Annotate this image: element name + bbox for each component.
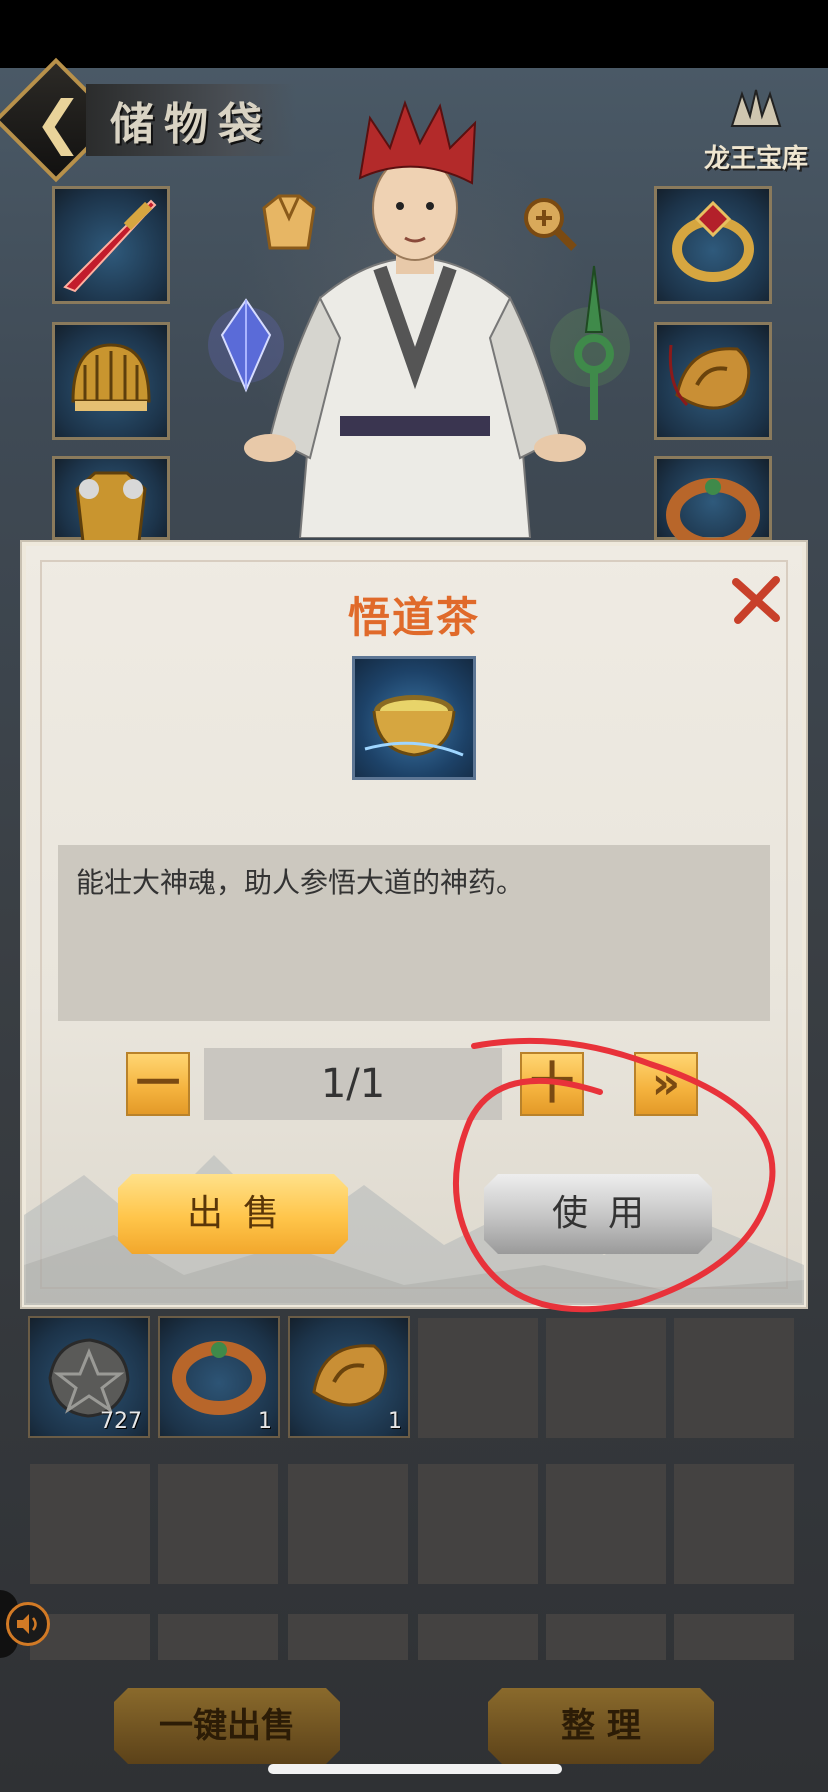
quantity-plus-button[interactable]: 十 xyxy=(520,1052,584,1116)
item-icon-frame xyxy=(352,656,476,780)
inventory-cell[interactable] xyxy=(288,1464,408,1584)
item-count: 727 xyxy=(100,1409,142,1434)
equipment-slot-ring[interactable] xyxy=(654,186,772,304)
plus-label: 十 xyxy=(530,1058,574,1109)
home-indicator[interactable] xyxy=(268,1764,562,1774)
inventory-cell[interactable] xyxy=(546,1614,666,1660)
inventory-cell[interactable] xyxy=(546,1318,666,1438)
jade-pendant-icon xyxy=(668,344,751,410)
quantity-field[interactable]: 1/1 xyxy=(204,1048,502,1120)
quantity-value: 1/1 xyxy=(320,1061,386,1107)
quantity-minus-button[interactable]: 一 xyxy=(126,1052,190,1116)
treasury-label: 龙王宝库 xyxy=(703,144,808,174)
robe-icon[interactable] xyxy=(254,188,324,258)
sell-button[interactable]: 出售 xyxy=(118,1174,348,1254)
speaker-icon xyxy=(17,1614,37,1634)
item-count: 1 xyxy=(388,1409,402,1434)
inventory-item[interactable]: 1 xyxy=(158,1316,280,1438)
inventory-cell[interactable] xyxy=(674,1464,794,1584)
item-description-box: 能壮大神魂，助人参悟大道的神药。 xyxy=(58,845,770,1021)
equipment-slot-weapon[interactable] xyxy=(52,186,170,304)
inventory-cell[interactable] xyxy=(418,1614,538,1660)
green-dagger-icon[interactable] xyxy=(550,262,630,432)
max-label: » xyxy=(651,1058,681,1109)
inventory-cell[interactable] xyxy=(158,1614,278,1660)
sound-button[interactable] xyxy=(6,1602,50,1646)
inventory-item[interactable]: 1 xyxy=(288,1316,410,1438)
equipment-slot-helmet[interactable] xyxy=(52,322,170,440)
back-arrow-icon[interactable]: ❮ xyxy=(34,92,94,152)
inventory-cell[interactable] xyxy=(674,1318,794,1438)
inventory-cell[interactable] xyxy=(418,1318,538,1438)
sword-icon xyxy=(63,199,157,293)
inventory-cell[interactable] xyxy=(546,1464,666,1584)
use-label: 使用 xyxy=(551,1193,664,1234)
equipment-slot-bracelet[interactable] xyxy=(654,456,772,552)
crystal-icon[interactable] xyxy=(206,290,286,400)
sort-button[interactable]: 整 理 xyxy=(488,1688,714,1764)
sell-all-button[interactable]: 一键出售 xyxy=(114,1688,340,1764)
ring-icon xyxy=(672,200,754,282)
treasury-button[interactable]: 龙王宝库 xyxy=(700,86,812,186)
equipment-slot-armor[interactable] xyxy=(52,456,170,561)
item-count: 1 xyxy=(258,1409,272,1434)
inventory-cell[interactable] xyxy=(30,1464,150,1584)
minus-label: 一 xyxy=(136,1058,180,1109)
item-description: 能壮大神魂，助人参悟大道的神药。 xyxy=(76,866,525,899)
sell-label: 出售 xyxy=(186,1193,299,1234)
inventory-cell[interactable] xyxy=(674,1614,794,1660)
inventory-cell[interactable] xyxy=(288,1614,408,1660)
dragon-icon xyxy=(730,89,782,127)
inventory-cell[interactable] xyxy=(158,1464,278,1584)
sort-label: 整 理 xyxy=(561,1706,641,1746)
status-bar xyxy=(0,0,828,68)
use-button[interactable]: 使用 xyxy=(484,1174,712,1254)
tea-bowl-icon xyxy=(364,695,464,757)
item-title: 悟道茶 xyxy=(347,593,480,642)
inventory-cell[interactable] xyxy=(418,1464,538,1584)
helmet-icon xyxy=(71,343,151,411)
inventory-item[interactable]: 727 xyxy=(28,1316,150,1438)
sell-all-label: 一键出售 xyxy=(159,1706,295,1746)
zoom-icon[interactable] xyxy=(518,192,580,254)
equipment-slot-pendant[interactable] xyxy=(654,322,772,440)
quantity-max-button[interactable]: » xyxy=(634,1052,698,1116)
